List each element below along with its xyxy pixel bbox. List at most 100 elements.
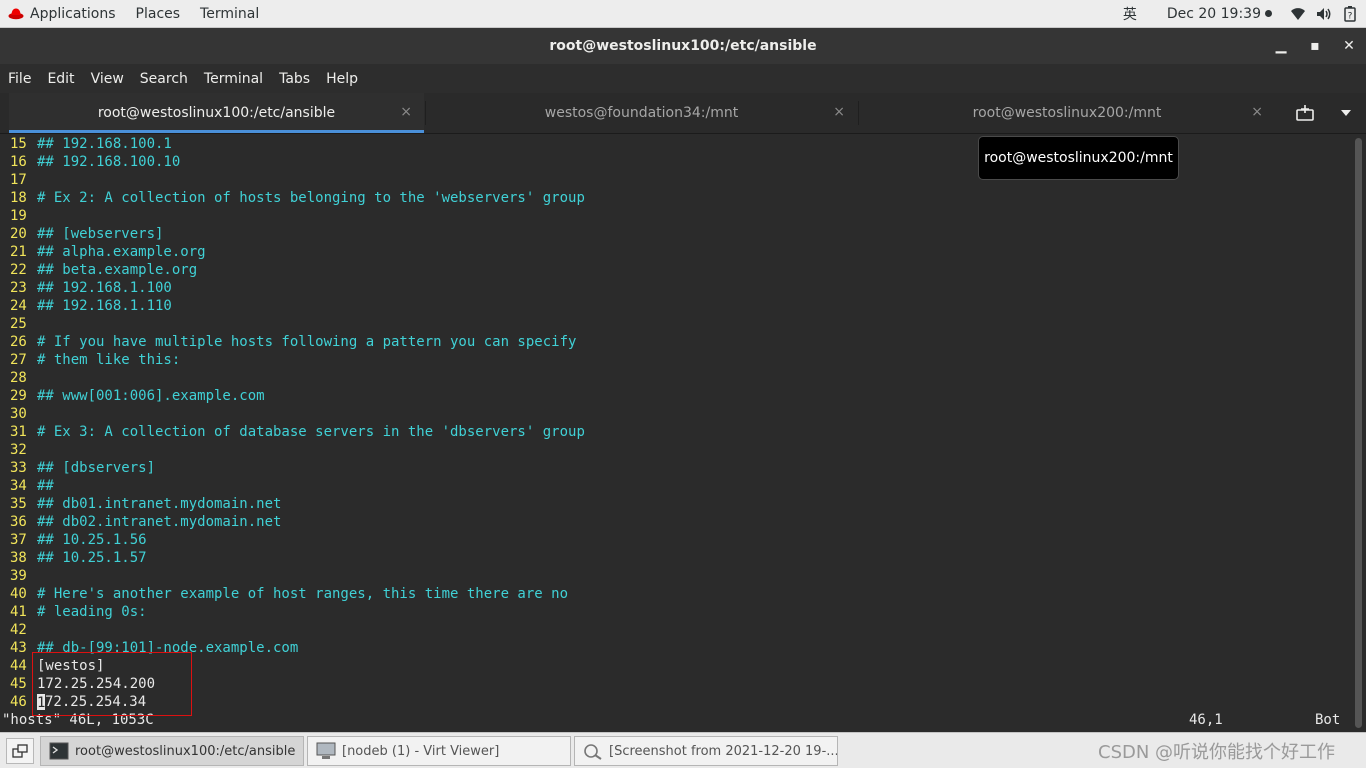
code-line: 34 ## [10, 477, 585, 495]
clock[interactable]: Dec 20 19:39 [1167, 6, 1272, 22]
line-number: 26 [10, 334, 27, 350]
line-text: # If you have multiple hosts following a… [37, 334, 577, 350]
status-scroll-position: Bot [1315, 712, 1341, 728]
terminal-scrollbar[interactable] [1355, 138, 1362, 728]
battery-icon[interactable]: ? [1344, 5, 1356, 22]
code-line: 35 ## db01.intranet.mydomain.net [10, 495, 585, 513]
new-tab-icon [1296, 105, 1314, 121]
applications-menu[interactable]: Applications [0, 0, 126, 28]
line-text: ## db01.intranet.mydomain.net [37, 496, 282, 512]
line-text: ## 192.168.100.10 [37, 154, 181, 170]
line-text: ## 192.168.1.110 [37, 298, 172, 314]
line-number: 36 [10, 514, 27, 530]
window-title: root@westoslinux100:/etc/ansible [549, 38, 817, 54]
show-desktop-icon [12, 744, 28, 758]
line-text: ## alpha.example.org [37, 244, 206, 260]
tab-root-westoslinux100[interactable]: root@westoslinux100:/etc/ansible × [9, 93, 424, 133]
new-tab-button[interactable] [1290, 101, 1320, 125]
code-line: 15 ## 192.168.100.1 [10, 135, 585, 153]
line-number: 22 [10, 262, 27, 278]
code-line: 40 # Here's another example of host range… [10, 585, 585, 603]
virt-viewer-icon [316, 742, 336, 759]
code-line: 21 ## alpha.example.org [10, 243, 585, 261]
line-number: 38 [10, 550, 27, 566]
tab-label: root@westoslinux200:/mnt [972, 105, 1162, 121]
line-number: 17 [10, 172, 27, 188]
line-text: # Here's another example of host ranges,… [37, 586, 569, 602]
menu-file[interactable]: File [0, 64, 39, 93]
code-line: 42 [10, 621, 585, 639]
line-text: ## [dbservers] [37, 460, 156, 476]
line-number: 42 [10, 622, 27, 638]
menu-search[interactable]: Search [132, 64, 196, 93]
code-line: 30 [10, 405, 585, 423]
terminal-icon [49, 742, 69, 760]
line-number: 21 [10, 244, 27, 260]
tab-root-westoslinux200[interactable]: root@westoslinux200:/mnt × [859, 93, 1275, 133]
code-line: 36 ## db02.intranet.mydomain.net [10, 513, 585, 531]
terminal-view[interactable]: 15 ## 192.168.100.1 16 ## 192.168.100.10 1… [0, 134, 1366, 732]
line-text: ## beta.example.org [37, 262, 198, 278]
taskbar-item-terminal[interactable]: root@westoslinux100:/etc/ansible [40, 736, 304, 766]
menu-edit[interactable]: Edit [39, 64, 82, 93]
menu-terminal[interactable]: Terminal [196, 64, 271, 93]
tab-bar: root@westoslinux100:/etc/ansible × westo… [0, 93, 1366, 134]
code-line: 16 ## 192.168.100.10 [10, 153, 585, 171]
line-number: 31 [10, 424, 27, 440]
notification-dot-icon [1265, 10, 1272, 17]
line-number: 25 [10, 316, 27, 332]
places-label: Places [135, 5, 181, 22]
status-cursor-position: 46,1 [1189, 712, 1223, 728]
code-line: 17 [10, 171, 585, 189]
tab-close-icon[interactable]: × [1251, 104, 1263, 120]
close-button[interactable]: ✕ [1332, 28, 1366, 64]
code-line: 26 # If you have multiple hosts following… [10, 333, 585, 351]
tab-westos-foundation34[interactable]: westos@foundation34:/mnt × [426, 93, 857, 133]
menu-help[interactable]: Help [318, 64, 366, 93]
tab-close-icon[interactable]: × [400, 104, 412, 120]
line-number: 27 [10, 352, 27, 368]
maximize-button[interactable]: ▪ [1298, 28, 1332, 64]
line-text: ## 192.168.100.1 [37, 136, 172, 152]
chevron-down-icon [1341, 110, 1351, 116]
line-text: # them like this: [37, 352, 181, 368]
menu-bar: File Edit View Search Terminal Tabs Help [0, 64, 1366, 93]
line-number: 39 [10, 568, 27, 584]
line-number: 35 [10, 496, 27, 512]
code-line: 32 [10, 441, 585, 459]
menu-tabs[interactable]: Tabs [271, 64, 318, 93]
taskbar-item-label: [Screenshot from 2021-12-20 19-... [609, 743, 838, 759]
tab-close-icon[interactable]: × [833, 104, 845, 120]
code-line: 25 [10, 315, 585, 333]
show-desktop-button[interactable] [6, 738, 34, 764]
taskbar-item-virt-viewer[interactable]: [nodeb (1) - Virt Viewer] [307, 736, 571, 766]
network-wifi-icon[interactable] [1290, 7, 1306, 21]
redhat-logo-icon [8, 8, 24, 19]
image-viewer-icon [584, 744, 602, 760]
tabs-dropdown-button[interactable] [1334, 101, 1358, 125]
input-method-indicator[interactable]: 英 [1123, 4, 1137, 24]
menu-view[interactable]: View [83, 64, 132, 93]
code-line: 27 # them like this: [10, 351, 585, 369]
line-number: 24 [10, 298, 27, 314]
code-line: 33 ## [dbservers] [10, 459, 585, 477]
applications-label: Applications [30, 5, 116, 22]
vim-buffer: 15 ## 192.168.100.1 16 ## 192.168.100.10 1… [10, 135, 585, 711]
terminal-app-label: Terminal [200, 5, 260, 22]
line-number: 23 [10, 280, 27, 296]
line-text: ## www[001:006].example.com [37, 388, 265, 404]
line-number: 15 [10, 136, 27, 152]
taskbar-item-screenshot[interactable]: [Screenshot from 2021-12-20 19-... [574, 736, 838, 766]
code-line: 23 ## 192.168.1.100 [10, 279, 585, 297]
minimize-button[interactable]: ▁ [1264, 28, 1298, 64]
taskbar-item-label: root@westoslinux100:/etc/ansible [75, 743, 296, 759]
volume-icon[interactable] [1316, 7, 1334, 21]
window-title-bar[interactable]: root@westoslinux100:/etc/ansible ▁ ▪ ✕ [0, 28, 1366, 64]
places-menu[interactable]: Places [126, 0, 191, 28]
gnome-top-bar: Applications Places Terminal 英 Dec 20 19… [0, 0, 1366, 28]
terminal-app-menu[interactable]: Terminal [190, 0, 269, 28]
line-text: # Ex 3: A collection of database servers… [37, 424, 585, 440]
vim-status-line: "hosts" 46L, 1053C 46,1 Bot [2, 711, 1352, 729]
line-text: ## 192.168.1.100 [37, 280, 172, 296]
line-text: ## [webservers] [37, 226, 164, 242]
